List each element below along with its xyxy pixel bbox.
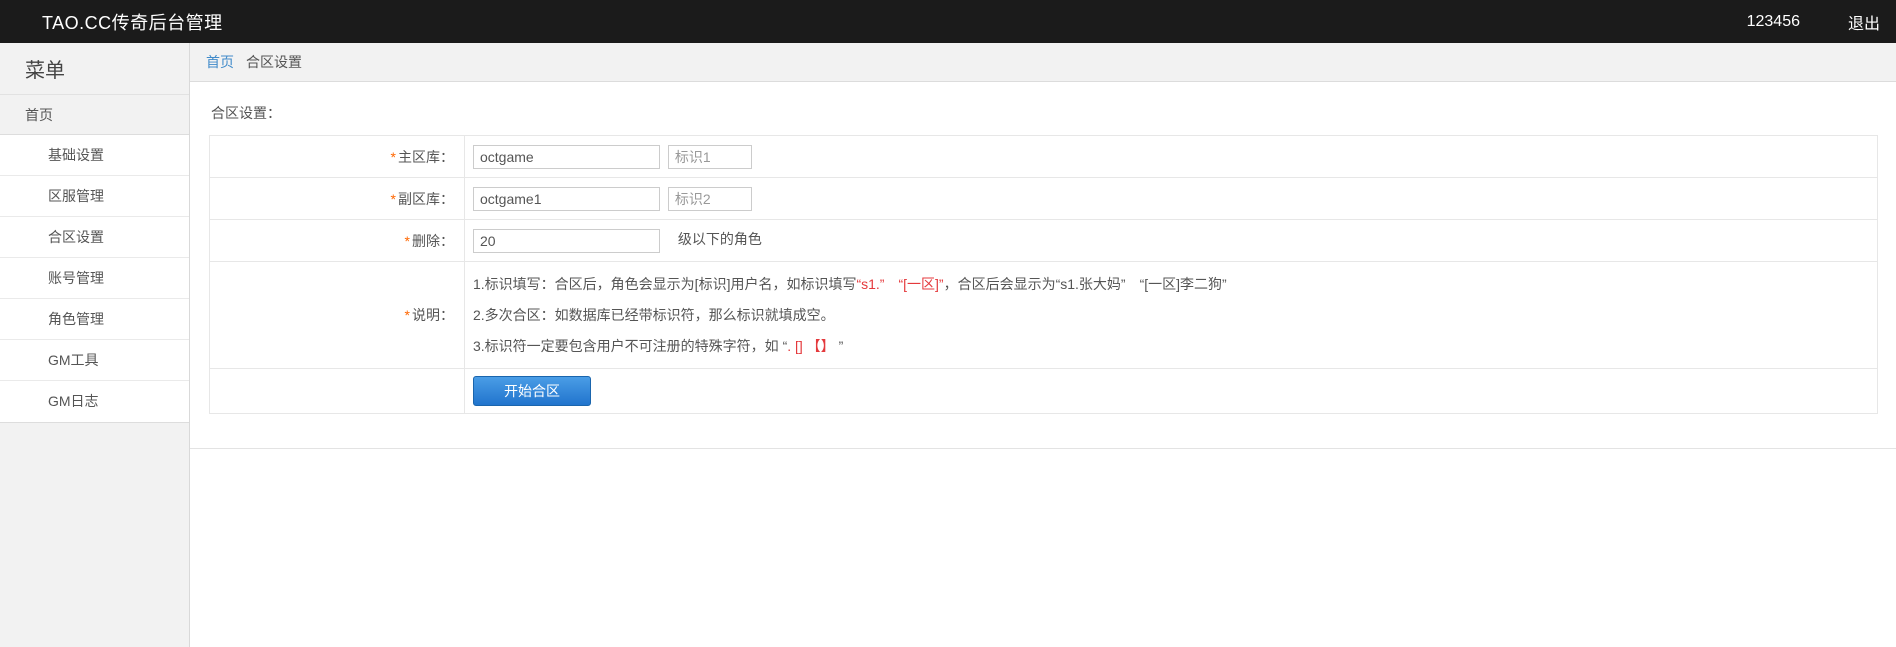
breadcrumb-current: 合区设置	[246, 52, 302, 72]
note-row: *说明： 1.标识填写：合区后，角色会显示为[标识]用户名，如标识填写“s1.”…	[210, 262, 1878, 369]
required-asterisk: *	[391, 149, 396, 165]
primary-tag-input[interactable]	[668, 145, 752, 169]
note-text-segment: 3.标识符一定要包含用户不可注册的特殊字符，如 “	[473, 338, 787, 354]
merge-settings-form: *主区库： *副区库： *删除：	[209, 135, 1878, 414]
breadcrumb: 首页 合区设置	[190, 43, 1896, 82]
delete-label-cell: *删除：	[210, 220, 465, 262]
secondary-db-row: *副区库：	[210, 178, 1878, 220]
secondary-db-input[interactable]	[473, 187, 660, 211]
topbar: TAO.CC传奇后台管理 123456 退出	[0, 0, 1896, 43]
secondary-db-label-cell: *副区库：	[210, 178, 465, 220]
sidebar-menu: 基础设置 区服管理 合区设置 账号管理 角色管理 GM工具 GM日志	[0, 135, 189, 423]
logout-link[interactable]: 退出	[1848, 10, 1880, 34]
sidebar-item-base-settings[interactable]: 基础设置	[0, 135, 189, 176]
note-line-3: 3.标识符一定要包含用户不可注册的特殊字符，如 “. [] 【】 ”	[473, 336, 1877, 356]
sidebar-item-merge-settings[interactable]: 合区设置	[0, 217, 189, 258]
page-layout: 菜单 首页 基础设置 区服管理 合区设置 账号管理 角色管理 GM工具 GM日志…	[0, 43, 1896, 647]
note-text-segment: ”	[835, 338, 844, 354]
note-line-2: 2.多次合区：如数据库已经带标识符，那么标识就填成空。	[473, 305, 1877, 325]
sidebar-item-role-management[interactable]: 角色管理	[0, 299, 189, 340]
delete-level-row: *删除： 级以下的角色	[210, 220, 1878, 262]
user-account-link[interactable]: 123456	[1747, 13, 1800, 31]
sidebar-item-gm-logs[interactable]: GM日志	[0, 381, 189, 422]
note-text-segment: 1.标识填写：合区后，角色会显示为[标识]用户名，如标识填写	[473, 276, 856, 292]
secondary-db-label: 副区库：	[398, 191, 454, 207]
required-asterisk: *	[405, 233, 410, 249]
note-label-cell: *说明：	[210, 262, 465, 369]
secondary-tag-input[interactable]	[668, 187, 752, 211]
note-highlight-segment: “[一区]”	[898, 276, 943, 292]
sidebar-item-account-management[interactable]: 账号管理	[0, 258, 189, 299]
primary-db-input[interactable]	[473, 145, 660, 169]
primary-db-row: *主区库：	[210, 136, 1878, 178]
submit-row: 开始合区	[210, 369, 1878, 414]
primary-db-label-cell: *主区库：	[210, 136, 465, 178]
sidebar-title: 菜单	[0, 43, 189, 95]
note-text-segment: ，合区后会显示为“s1.张大妈” “[一区]李二狗”	[944, 276, 1227, 292]
delete-value-cell: 级以下的角色	[465, 220, 1878, 262]
delete-label: 删除：	[412, 233, 454, 249]
note-content-cell: 1.标识填写：合区后，角色会显示为[标识]用户名，如标识填写“s1.” “[一区…	[465, 262, 1878, 369]
breadcrumb-home-link[interactable]: 首页	[206, 52, 234, 72]
delete-suffix-text: 级以下的角色	[678, 231, 762, 247]
main-content: 首页 合区设置 合区设置： *主区库： *副区库：	[190, 43, 1896, 647]
note-highlight-segment: “s1.”	[856, 276, 884, 292]
start-merge-button[interactable]: 开始合区	[473, 376, 591, 406]
primary-db-value-cell	[465, 136, 1878, 178]
secondary-db-value-cell	[465, 178, 1878, 220]
submit-label-cell	[210, 369, 465, 414]
note-label: 说明：	[412, 307, 454, 323]
primary-db-label: 主区库：	[398, 149, 454, 165]
form-title: 合区设置：	[211, 103, 1896, 123]
app-title: TAO.CC传奇后台管理	[42, 9, 223, 35]
note-line-1: 1.标识填写：合区后，角色会显示为[标识]用户名，如标识填写“s1.” “[一区…	[473, 274, 1877, 294]
sidebar: 菜单 首页 基础设置 区服管理 合区设置 账号管理 角色管理 GM工具 GM日志	[0, 43, 190, 647]
content-divider	[190, 448, 1896, 449]
note-text-segment	[884, 276, 898, 292]
note-highlight-segment: . [] 【】	[787, 338, 834, 354]
required-asterisk: *	[391, 191, 396, 207]
sidebar-item-home[interactable]: 首页	[0, 95, 189, 135]
sidebar-item-server-management[interactable]: 区服管理	[0, 176, 189, 217]
sidebar-item-gm-tools[interactable]: GM工具	[0, 340, 189, 381]
topbar-right: 123456 退出	[1747, 10, 1896, 34]
delete-level-input[interactable]	[473, 229, 660, 253]
required-asterisk: *	[405, 307, 410, 323]
submit-cell: 开始合区	[465, 369, 1878, 414]
